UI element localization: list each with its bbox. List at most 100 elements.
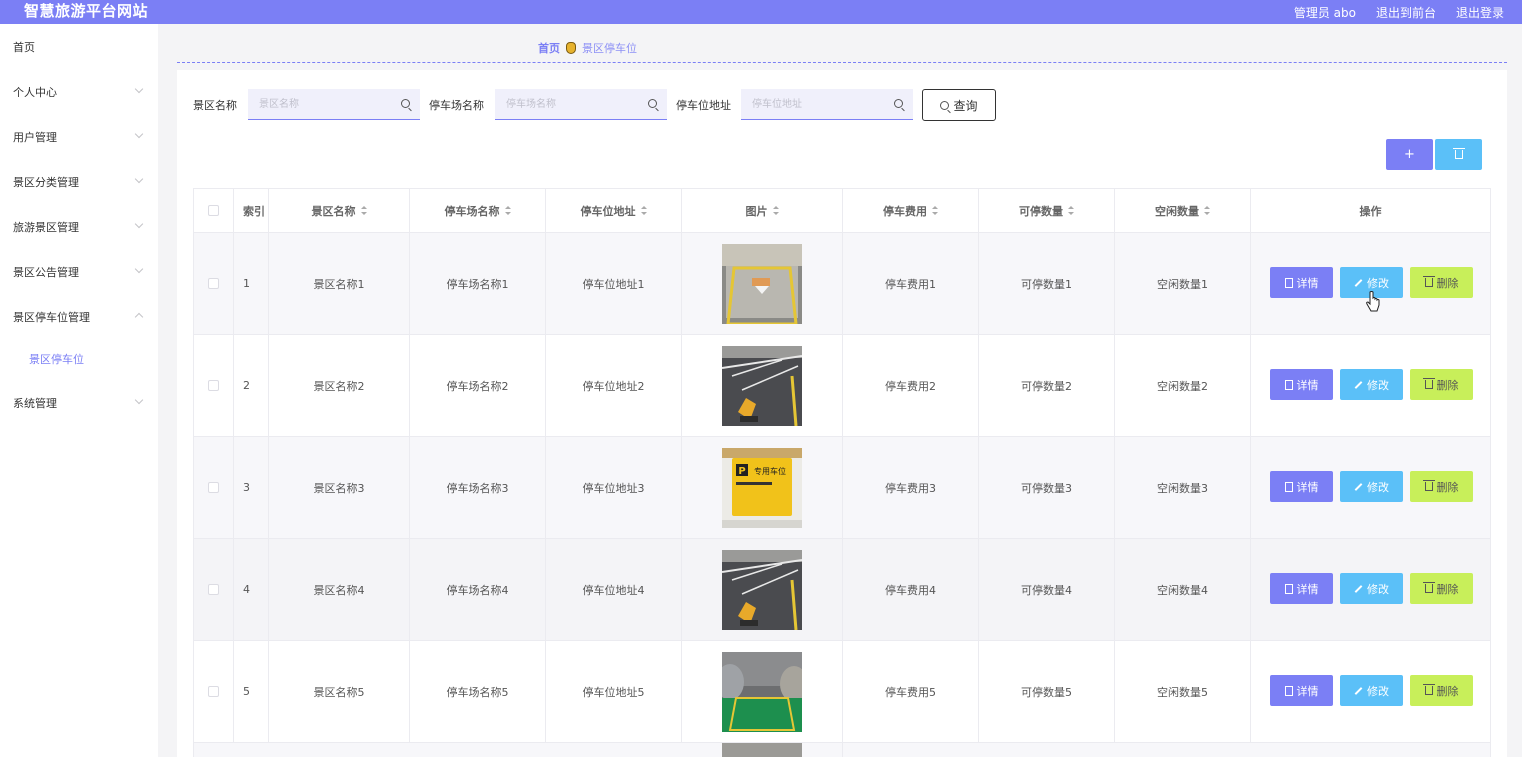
detail-button[interactable]: 详情: [1270, 369, 1333, 400]
actions-cell: 详情 修改 删除: [1251, 539, 1490, 640]
pencil-icon: [1354, 482, 1363, 491]
detail-button[interactable]: 详情: [1270, 471, 1333, 502]
delete-button[interactable]: 删除: [1410, 675, 1473, 706]
header-parking-address[interactable]: 停车位地址: [546, 189, 682, 232]
parking-lot-image[interactable]: [722, 743, 802, 757]
sidebar-item-home[interactable]: 首页: [0, 32, 158, 62]
address-cell: 停车位地址5: [546, 641, 682, 742]
fee-cell: 停车费用2: [843, 335, 979, 436]
row-checkbox[interactable]: [208, 584, 219, 595]
select-all-checkbox[interactable]: [208, 205, 219, 216]
header-capacity[interactable]: 可停数量: [979, 189, 1115, 232]
image-cell: [682, 743, 843, 757]
fee-cell: 停车费用1: [843, 233, 979, 334]
parking-lot-image[interactable]: [722, 243, 802, 324]
batch-delete-button[interactable]: [1435, 139, 1482, 170]
parking-lot-name-input[interactable]: [495, 89, 635, 119]
sidebar-subitem-label: 景区停车位: [29, 353, 84, 366]
image-cell: [682, 641, 843, 742]
table-row: 1 景区名称1 停车场名称1 停车位地址1 停车费用1 可停数量1 空闲数量1 …: [194, 233, 1490, 335]
header-image[interactable]: 图片: [682, 189, 843, 232]
sidebar-subitem-parking-spaces[interactable]: 景区停车位: [0, 346, 158, 372]
delete-button[interactable]: 删除: [1410, 471, 1473, 502]
scenic-name-cell: 景区名称1: [269, 233, 410, 334]
chevron-down-icon: [134, 174, 144, 184]
trash-icon: [1422, 480, 1435, 491]
document-icon: [1284, 379, 1293, 390]
top-right-links: 管理员 abo 退出到前台 退出登录: [1294, 0, 1504, 24]
row-checkbox[interactable]: [208, 482, 219, 493]
query-button[interactable]: 查询: [922, 89, 996, 121]
table-row: 5 景区名称5 停车场名称5 停车位地址5 停车费用5 可停数量5 空闲数量5 …: [194, 641, 1490, 743]
sidebar-item-scenic-category[interactable]: 景区分类管理: [0, 167, 158, 197]
parking-lot-cell: 停车场名称2: [410, 335, 546, 436]
edit-label: 修改: [1367, 378, 1389, 392]
detail-button[interactable]: 详情: [1270, 573, 1333, 604]
svg-text:P: P: [738, 466, 745, 477]
parking-lot-cell: 停车场名称1: [410, 233, 546, 334]
delete-button[interactable]: 删除: [1410, 573, 1473, 604]
fee-cell: 停车费用4: [843, 539, 979, 640]
edit-button[interactable]: 修改: [1340, 573, 1403, 604]
row-checkbox[interactable]: [208, 686, 219, 697]
sort-icon: [1204, 206, 1210, 215]
sidebar-item-scenic-notices[interactable]: 景区公告管理: [0, 257, 158, 287]
fee-cell: 停车费用5: [843, 641, 979, 742]
sidebar-item-parking-management[interactable]: 景区停车位管理: [0, 302, 158, 332]
parking-lot-image[interactable]: [722, 549, 802, 630]
sort-icon: [772, 206, 779, 215]
header-parking-fee[interactable]: 停车费用: [843, 189, 979, 232]
address-cell: 停车位地址3: [546, 437, 682, 538]
parking-lot-image[interactable]: P 专用车位: [722, 447, 802, 528]
delete-button[interactable]: 删除: [1410, 267, 1473, 298]
capacity-cell: 可停数量4: [979, 539, 1115, 640]
admin-user[interactable]: 管理员 abo: [1294, 4, 1356, 21]
detail-button[interactable]: 详情: [1270, 675, 1333, 706]
sidebar-item-user-management[interactable]: 用户管理: [0, 122, 158, 152]
edit-button[interactable]: 修改: [1340, 369, 1403, 400]
sidebar-item-personal-center[interactable]: 个人中心: [0, 77, 158, 107]
parking-address-input[interactable]: [741, 89, 881, 119]
detail-label: 详情: [1296, 378, 1319, 392]
parking-address-label: 停车位地址: [676, 99, 731, 112]
logout-link[interactable]: 退出登录: [1456, 4, 1504, 21]
image-cell: P 专用车位: [682, 437, 843, 538]
sort-icon: [1068, 206, 1074, 215]
free-cell: 空闲数量1: [1115, 233, 1251, 334]
table-row: [194, 743, 1490, 757]
header-scenic-name[interactable]: 景区名称: [269, 189, 410, 232]
sidebar-item-scenic-spots[interactable]: 旅游景区管理: [0, 212, 158, 242]
plus-icon: +: [1404, 147, 1415, 162]
edit-button[interactable]: 修改: [1340, 675, 1403, 706]
scenic-name-cell: 景区名称4: [269, 539, 410, 640]
table-header: 索引 景区名称 停车场名称 停车位地址 图片 停车费用 可停数量 空闲数量 操作: [194, 189, 1490, 233]
sidebar-item-system-management[interactable]: 系统管理: [0, 388, 158, 418]
row-checkbox[interactable]: [208, 380, 219, 391]
parking-lot-image[interactable]: [722, 651, 802, 732]
header-parking-lot-name[interactable]: 停车场名称: [410, 189, 546, 232]
scenic-name-input[interactable]: [248, 89, 388, 119]
sort-icon: [932, 206, 938, 215]
query-label: 查询: [953, 98, 978, 113]
parking-lot-cell: 停车场名称5: [410, 641, 546, 742]
add-button[interactable]: +: [1386, 139, 1433, 170]
pencil-icon: [1354, 686, 1363, 695]
trash-icon: [1422, 582, 1435, 593]
actions-cell: 详情 修改 删除: [1251, 335, 1490, 436]
image-cell: [682, 335, 843, 436]
parking-lot-image[interactable]: [722, 345, 802, 426]
breadcrumb-home[interactable]: 首页: [538, 40, 560, 56]
detail-label: 详情: [1296, 582, 1319, 596]
search-icon: [894, 99, 903, 108]
delete-button[interactable]: 删除: [1410, 369, 1473, 400]
index-cell: 5: [234, 641, 269, 742]
detail-button[interactable]: 详情: [1270, 267, 1333, 298]
header-free[interactable]: 空闲数量: [1115, 189, 1251, 232]
actions-cell: 详情 修改 删除: [1251, 233, 1490, 334]
row-checkbox[interactable]: [208, 278, 219, 289]
row-checkbox-cell: [194, 233, 234, 334]
scenic-name-label: 景区名称: [193, 99, 237, 112]
trash-icon: [1452, 148, 1465, 159]
edit-button[interactable]: 修改: [1340, 471, 1403, 502]
exit-to-front-link[interactable]: 退出到前台: [1376, 4, 1436, 21]
